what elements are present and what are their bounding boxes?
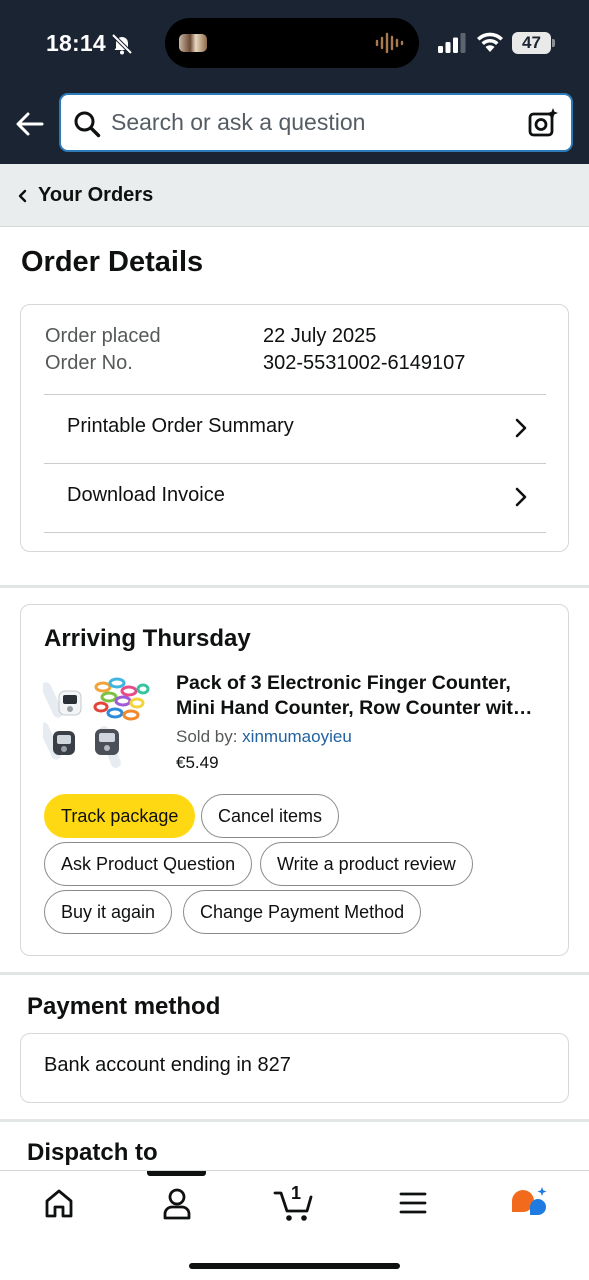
now-playing-thumbnail bbox=[179, 34, 207, 52]
seller-link[interactable]: xinmumaoyieu bbox=[242, 727, 352, 746]
account-icon[interactable] bbox=[157, 1185, 197, 1221]
home-icon[interactable] bbox=[39, 1185, 79, 1221]
dispatch-to-heading: Dispatch to bbox=[27, 1139, 158, 1166]
search-input[interactable] bbox=[111, 95, 511, 150]
change-payment-method-button[interactable]: Change Payment Method bbox=[183, 890, 422, 934]
section-divider bbox=[0, 585, 589, 588]
track-package-button[interactable]: Track package bbox=[44, 794, 196, 838]
download-invoice-link[interactable]: Download Invoice bbox=[44, 464, 546, 532]
sold-by: Sold by: xinmumaoyieu bbox=[176, 727, 352, 747]
status-time: 18:14 bbox=[46, 30, 106, 56]
rufus-assistant-icon[interactable] bbox=[508, 1185, 548, 1221]
chevron-right-icon bbox=[515, 487, 527, 507]
search-icon bbox=[74, 111, 101, 138]
delivery-status: Arriving Thursday bbox=[44, 625, 251, 652]
cart-button[interactable]: 1 bbox=[273, 1183, 317, 1225]
app-header: 18:14 47 bbox=[0, 0, 589, 164]
product-title-line: Mini Hand Counter, Row Counter wit… bbox=[176, 697, 533, 719]
cellular-signal-icon bbox=[438, 33, 466, 53]
search-bar[interactable] bbox=[59, 93, 573, 152]
cancel-items-button[interactable]: Cancel items bbox=[201, 794, 340, 838]
sold-by-label: Sold by: bbox=[176, 727, 238, 746]
ask-product-question-button[interactable]: Ask Product Question bbox=[44, 842, 253, 886]
battery-level: 47 bbox=[512, 32, 551, 54]
chevron-right-icon bbox=[515, 418, 527, 438]
home-indicator bbox=[189, 1263, 400, 1269]
link-label: Printable Order Summary bbox=[67, 415, 294, 437]
printable-order-summary-link[interactable]: Printable Order Summary bbox=[44, 395, 546, 463]
chevron-left-icon bbox=[18, 189, 27, 203]
wifi-icon bbox=[477, 32, 503, 52]
breadcrumb-label[interactable]: Your Orders bbox=[38, 184, 153, 207]
product-image[interactable] bbox=[43, 669, 155, 781]
dynamic-island bbox=[165, 18, 419, 68]
bottom-nav: 1 bbox=[0, 1170, 589, 1280]
breadcrumb[interactable]: Your Orders bbox=[0, 164, 589, 227]
product-price: €5.49 bbox=[176, 753, 219, 772]
product-title[interactable]: Pack of 3 Electronic Finger Counter, Min… bbox=[176, 671, 551, 721]
battery-icon: 47 bbox=[512, 32, 556, 54]
section-divider bbox=[0, 972, 589, 975]
bell-muted-icon bbox=[111, 33, 133, 55]
audio-wave-icon bbox=[375, 32, 404, 54]
link-label: Download Invoice bbox=[67, 484, 225, 506]
buy-again-button[interactable]: Buy it again bbox=[44, 890, 173, 934]
cart-count: 1 bbox=[291, 1183, 302, 1203]
order-placed-label: Order placed bbox=[45, 325, 161, 347]
section-divider bbox=[0, 1119, 589, 1122]
back-arrow-icon[interactable] bbox=[14, 108, 46, 140]
menu-icon[interactable] bbox=[393, 1185, 433, 1221]
shipment-card: Arriving Thursday Pack of 3 Electronic F… bbox=[20, 604, 569, 956]
product-title-line: Pack of 3 Electronic Finger Counter, bbox=[176, 672, 511, 694]
payment-method-heading: Payment method bbox=[27, 993, 221, 1020]
order-info-card: Order placed 22 July 2025 Order No. 302-… bbox=[20, 304, 569, 552]
order-number-label: Order No. bbox=[45, 352, 133, 374]
payment-method-card: Bank account ending in 827 bbox=[20, 1033, 569, 1103]
divider bbox=[44, 532, 546, 533]
page-title: Order Details bbox=[21, 246, 204, 278]
active-tab-indicator bbox=[147, 1171, 206, 1176]
order-placed-value: 22 July 2025 bbox=[263, 325, 377, 347]
write-review-button[interactable]: Write a product review bbox=[260, 842, 473, 886]
camera-search-icon[interactable] bbox=[527, 107, 559, 139]
payment-method-text: Bank account ending in 827 bbox=[44, 1054, 291, 1076]
order-number-value: 302-5531002-6149107 bbox=[263, 352, 466, 374]
